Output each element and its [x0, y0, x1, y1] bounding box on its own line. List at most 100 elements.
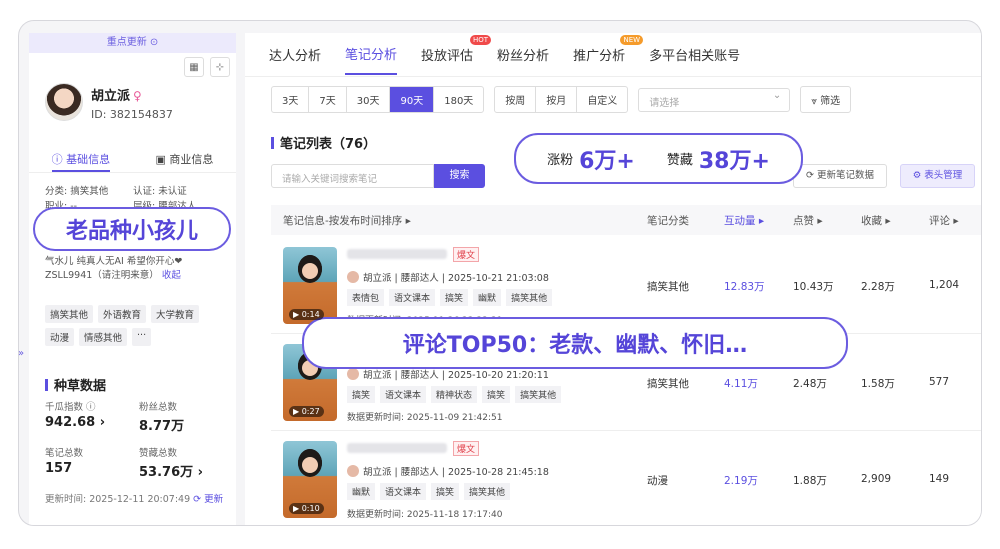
cell-category: 搞笑其他: [647, 378, 689, 390]
stat-notes-total: 笔记总数 157: [45, 448, 84, 476]
more-tags-button[interactable]: ···: [132, 328, 152, 346]
range-180d[interactable]: 180天: [434, 87, 483, 112]
period-week[interactable]: 按周: [495, 87, 537, 112]
col-interact[interactable]: 互动量 ▸: [724, 213, 764, 228]
period-month[interactable]: 按月: [536, 87, 578, 112]
old-kid-callout: 老品种小孩儿: [33, 207, 231, 251]
update-time: 更新时间: 2025-12-11 20:07:49 ⟳ 更新: [45, 494, 224, 505]
data-update-time: 数据更新时间: 2025-11-18 17:17:40: [347, 510, 503, 520]
tab-business-info[interactable]: ▣ 商业信息: [155, 145, 213, 172]
bio-text: 气水儿 纯真人无AI 希望你开心❤: [45, 256, 183, 267]
tab-note-analysis[interactable]: 笔记分析: [345, 44, 398, 75]
col-likes[interactable]: 点赞 ▸: [793, 213, 823, 228]
col-category: 笔记分类: [647, 215, 689, 227]
tab-campaign-eval[interactable]: 投放评估 HOT: [421, 35, 492, 74]
hot-badge: HOT: [469, 35, 492, 45]
col-comments[interactable]: 评论 ▸: [929, 213, 959, 228]
note-tags: 幽默 语文课本 搞笑 搞笑其他: [347, 483, 511, 500]
tab-basic-info[interactable]: ⓘ 基础信息: [51, 145, 111, 172]
category-select[interactable]: 请选择: [638, 87, 791, 112]
tag-list: 搞笑其他 外语教育 大学教育 动漫 情感其他 ···: [45, 305, 225, 346]
tag: 幽默: [473, 289, 502, 306]
header-manage-button[interactable]: ⚙ 表头管理: [900, 164, 975, 188]
avatar: [347, 465, 359, 477]
tag: 搞笑: [440, 289, 469, 306]
col-saves[interactable]: 收藏 ▸: [861, 213, 891, 228]
range-3d[interactable]: 3天: [272, 87, 310, 112]
author-line: 胡立派 | 腰部达人 | 2025-10-28 21:45:18: [347, 464, 549, 478]
tag: 动漫: [45, 328, 75, 346]
tag: 情感其他: [79, 328, 128, 346]
table-header: 笔记信息-按发布时间排序 ▸ 笔记分类 互动量 ▸ 点赞 ▸ 收藏 ▸ 评论 ▸: [271, 205, 981, 235]
range-30d[interactable]: 30天: [347, 87, 391, 112]
duration: ▶ 0:27: [289, 406, 324, 417]
category-info: 分类: 搞笑其他: [45, 186, 109, 197]
tag: 外语教育: [98, 305, 147, 323]
auth-info: 认证: 未认证: [133, 186, 187, 197]
refresh-notes-button[interactable]: ⟳ 更新笔记数据: [793, 164, 887, 188]
tab-fans-analysis[interactable]: 粉丝分析: [497, 45, 549, 74]
data-update-time: 数据更新时间: 2025-11-09 21:42:51: [347, 413, 503, 423]
avatar: [347, 271, 359, 283]
note-tags: 表情包 语文课本 搞笑 幽默 搞笑其他: [347, 289, 553, 306]
range-90d[interactable]: 90天: [390, 87, 435, 112]
period-custom[interactable]: 自定义: [577, 87, 627, 112]
tag: 搞笑: [482, 386, 511, 403]
author-line: 胡立派 | 腰部达人 | 2025-10-21 21:03:08: [347, 270, 549, 284]
tag: 搞笑其他: [515, 386, 562, 403]
list-title: 笔记列表（76）: [271, 133, 376, 152]
stat-fans-total: 粉丝总数 8.77万: [139, 402, 185, 434]
video-thumbnail[interactable]: ▶ 0:14: [283, 247, 337, 324]
key-update-bar[interactable]: 重点更新 ⊙: [29, 33, 236, 53]
qrcode-icon[interactable]: ▦: [184, 57, 204, 77]
tag: 幽默: [347, 483, 376, 500]
cell-likes: 1.88万: [793, 475, 827, 487]
range-7d[interactable]: 7天: [309, 87, 347, 112]
note-title-blurred: [347, 443, 447, 453]
tab-kol-analysis[interactable]: 达人分析: [269, 45, 321, 74]
tab-multi-platform[interactable]: 多平台相关账号: [649, 45, 740, 74]
growth-callout: 涨粉 6万+ 赞藏 38万+: [514, 133, 803, 184]
cell-saves: 2,909: [861, 473, 892, 485]
profile-id: ID: 382154837: [91, 108, 173, 121]
stat-likes-total[interactable]: 赞藏总数 53.76万 ›: [139, 445, 203, 480]
table-row[interactable]: ▶ 0:10 爆文 胡立派 | 腰部达人 | 2025-10-28 21:45:…: [271, 431, 981, 525]
cell-likes: 10.43万: [793, 281, 834, 293]
tag: 语文课本: [380, 386, 427, 403]
viral-badge: 爆文: [453, 247, 480, 262]
app-frame: 重点更新 ⊙ ▦ ⊹ 胡立派 ♀ ID: 382154837 ⓘ 基础信息 ▣ 商…: [18, 20, 982, 526]
video-thumbnail[interactable]: ▶ 0:10: [283, 441, 337, 518]
cell-category: 动漫: [647, 475, 668, 487]
filter-button[interactable]: ⩔ 筛选: [800, 86, 852, 113]
filter-bar: 3天 7天 30天 90天 180天 按周 按月 自定义 请选择 ⩔ 筛选: [271, 86, 852, 113]
tag: 精神状态: [431, 386, 478, 403]
search-button[interactable]: 搜索: [434, 164, 485, 188]
tag: 表情包: [347, 289, 385, 306]
avatar: [347, 368, 359, 380]
cell-comments: 577: [929, 376, 950, 388]
main-panel: 达人分析 笔记分析 投放评估 HOT 粉丝分析 推广分析 NEW 多平台相关账号 3…: [245, 33, 981, 525]
col-note-info[interactable]: 笔记信息-按发布时间排序 ▸: [283, 213, 411, 228]
day-range-group: 3天 7天 30天 90天 180天: [271, 86, 485, 113]
refresh-link[interactable]: ⟳ 更新: [193, 494, 223, 505]
tag: 语文课本: [389, 289, 436, 306]
tag: 搞笑: [347, 386, 376, 403]
stat-qiangua-index[interactable]: 千瓜指数 ⓘ 942.68 ›: [45, 399, 105, 430]
new-badge: NEW: [620, 35, 644, 45]
cell-likes: 2.48万: [793, 378, 827, 390]
tag: 语文课本: [380, 483, 427, 500]
expand-icon[interactable]: ⊹: [210, 57, 230, 77]
cell-saves: 2.28万: [861, 281, 895, 293]
search-input[interactable]: 请输入关键词搜索笔记: [271, 164, 434, 188]
note-title-blurred: [347, 249, 447, 259]
tag: 搞笑其他: [464, 483, 511, 500]
tag: 大学教育: [151, 305, 200, 323]
expand-sidebar-icon[interactable]: »: [18, 348, 24, 359]
collapse-link[interactable]: 收起: [162, 270, 181, 281]
duration: ▶ 0:10: [289, 503, 324, 514]
cell-interact: 4.11万: [724, 378, 758, 390]
section-title: 种草数据: [45, 375, 106, 394]
cell-saves: 1.58万: [861, 378, 895, 390]
cell-interact: 12.83万: [724, 281, 765, 293]
tab-promo-analysis[interactable]: 推广分析 NEW: [573, 35, 644, 74]
